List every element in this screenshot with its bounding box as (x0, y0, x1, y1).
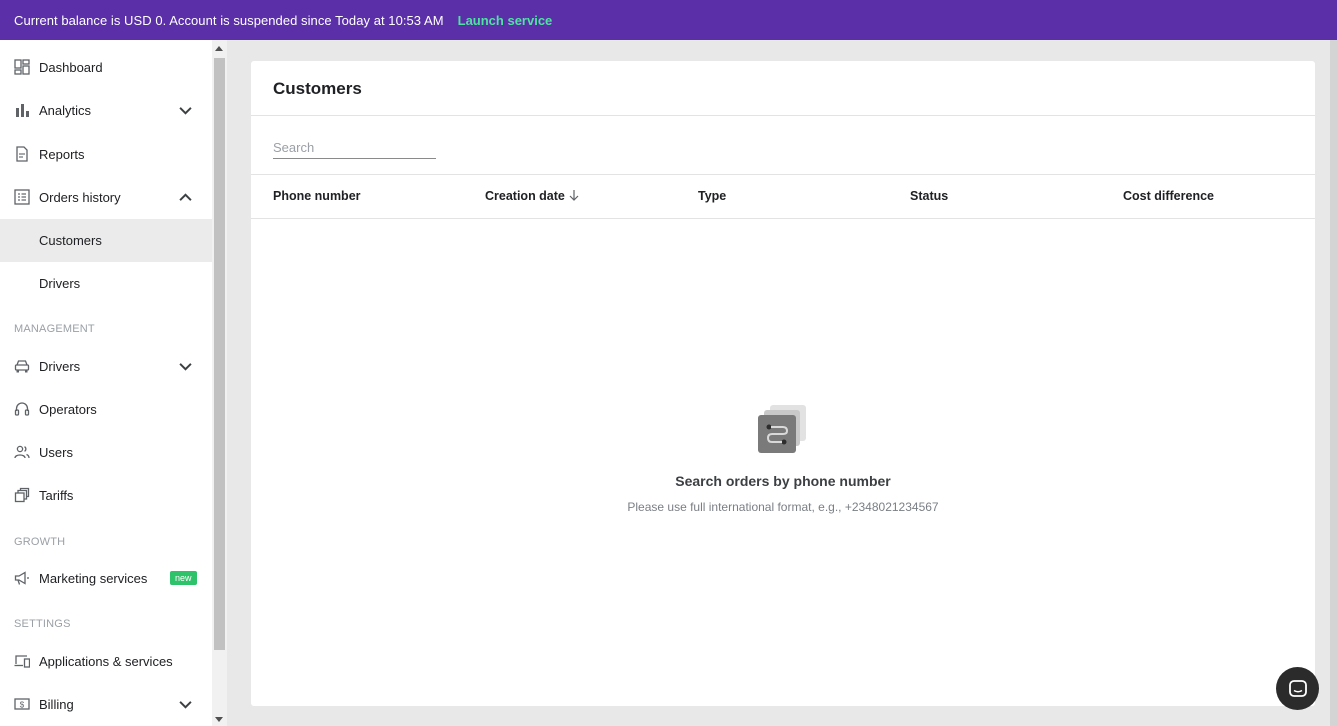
sidebar-item-label: Drivers (39, 276, 81, 291)
sidebar-item-label: Drivers (39, 359, 81, 374)
sidebar-item-dashboard[interactable]: Dashboard (0, 46, 212, 89)
sidebar-item-label: Operators (39, 402, 97, 417)
sidebar-item-users[interactable]: Users (0, 431, 212, 474)
scroll-up-arrow-icon[interactable] (215, 46, 223, 51)
chat-launcher-button[interactable] (1276, 667, 1319, 710)
sidebar-item-label: Reports (39, 147, 85, 162)
empty-state-title: Search orders by phone number (675, 473, 891, 489)
billing-icon: $ (14, 698, 30, 710)
section-label-settings: SETTINGS (14, 618, 71, 630)
svg-text:$: $ (20, 701, 25, 710)
document-icon (16, 146, 28, 162)
column-header-label: Status (910, 189, 949, 203)
sidebar: Dashboard Analytics Reports Orders histo… (0, 40, 212, 726)
car-icon (14, 360, 30, 373)
chevron-down-icon[interactable] (179, 698, 192, 711)
chat-icon (1288, 679, 1307, 697)
route-stack-icon (758, 405, 806, 453)
column-header-phone-number[interactable]: Phone number (273, 189, 361, 203)
sidebar-item-reports[interactable]: Reports (0, 133, 212, 176)
section-label-management: MANAGEMENT (14, 323, 95, 335)
sidebar-item-drivers-history[interactable]: Drivers (0, 262, 212, 305)
sidebar-item-marketing-services[interactable]: Marketing services new (0, 557, 212, 600)
column-header-label: Creation date (485, 189, 565, 203)
sidebar-item-label: Billing (39, 697, 74, 712)
column-header-cost-difference[interactable]: Cost difference (1123, 189, 1214, 203)
customers-card: Customers Phone number Creation date Typ… (251, 61, 1315, 706)
page-title: Customers (273, 79, 362, 98)
sidebar-item-tariffs[interactable]: Tariffs (0, 474, 212, 517)
window-edge (1330, 40, 1337, 726)
sidebar-item-label: Users (39, 445, 73, 460)
chevron-up-icon[interactable] (179, 191, 192, 204)
column-header-creation-date[interactable]: Creation date (485, 189, 579, 203)
sidebar-item-operators[interactable]: Operators (0, 388, 212, 431)
sidebar-item-billing[interactable]: $ Billing (0, 683, 212, 726)
headset-icon (14, 402, 30, 416)
divider (251, 115, 1315, 116)
sidebar-item-applications[interactable]: Applications & services (0, 640, 212, 683)
sidebar-item-label: Applications & services (39, 654, 173, 669)
scroll-down-arrow-icon[interactable] (215, 717, 223, 722)
column-header-status[interactable]: Status (910, 189, 948, 203)
sidebar-item-label: Orders history (39, 190, 121, 205)
sidebar-item-label: Customers (39, 233, 102, 248)
section-label-growth: GROWTH (14, 536, 66, 548)
column-header-label: Type (698, 189, 727, 203)
sidebar-item-orders-history[interactable]: Orders history (0, 176, 212, 219)
people-icon (14, 445, 30, 459)
scrollbar-thumb[interactable] (214, 58, 225, 650)
list-icon (14, 189, 30, 205)
tariffs-icon (14, 487, 30, 503)
divider (251, 218, 1315, 219)
dashboard-icon (14, 59, 30, 75)
sidebar-item-drivers[interactable]: Drivers (0, 345, 212, 388)
devices-icon (14, 655, 30, 668)
sort-descending-arrow-icon[interactable] (569, 189, 579, 201)
chevron-down-icon[interactable] (179, 360, 192, 373)
sidebar-item-label: Tariffs (39, 488, 74, 503)
search-input[interactable] (273, 136, 436, 159)
sidebar-item-label: Marketing services (39, 571, 148, 586)
empty-state-subtitle: Please use full international format, e.… (627, 500, 939, 514)
column-header-label: Phone number (273, 189, 361, 203)
sidebar-item-analytics[interactable]: Analytics (0, 89, 212, 132)
column-header-type[interactable]: Type (698, 189, 726, 203)
new-badge: new (170, 571, 197, 585)
suspension-banner: Current balance is USD 0. Account is sus… (0, 0, 1337, 40)
sidebar-scrollbar[interactable] (212, 40, 227, 726)
sidebar-item-label: Dashboard (39, 60, 103, 75)
megaphone-icon (14, 571, 29, 585)
bar-chart-icon (16, 104, 29, 117)
banner-message: Current balance is USD 0. Account is sus… (14, 12, 444, 28)
chevron-down-icon[interactable] (179, 104, 192, 117)
column-header-label: Cost difference (1123, 189, 1214, 203)
divider (251, 174, 1315, 175)
launch-service-link[interactable]: Launch service (458, 13, 553, 28)
sidebar-item-customers[interactable]: Customers (0, 219, 212, 262)
sidebar-item-label: Analytics (39, 103, 92, 118)
